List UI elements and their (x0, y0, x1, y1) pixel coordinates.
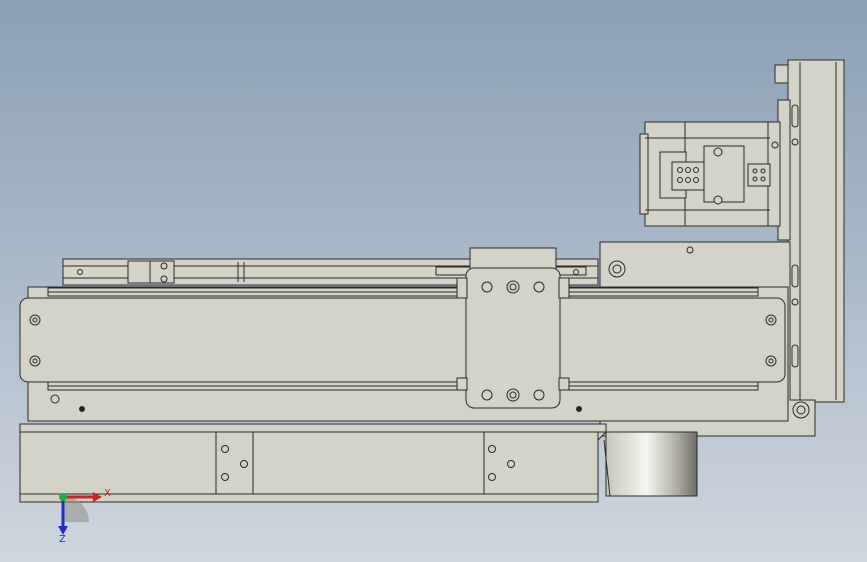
cad-viewport[interactable]: X Z (0, 0, 867, 562)
triad-x-label: X (104, 488, 111, 499)
slider-carriage (456, 247, 570, 409)
end-roller (603, 431, 698, 497)
actuator-body (19, 286, 789, 422)
triad-y-axis-dot (59, 493, 67, 501)
cad-model-drawing[interactable]: X Z (0, 0, 867, 562)
servo-motor (639, 121, 781, 227)
triad-z-label: Z (59, 534, 66, 545)
axis-triad: X Z (58, 488, 111, 545)
